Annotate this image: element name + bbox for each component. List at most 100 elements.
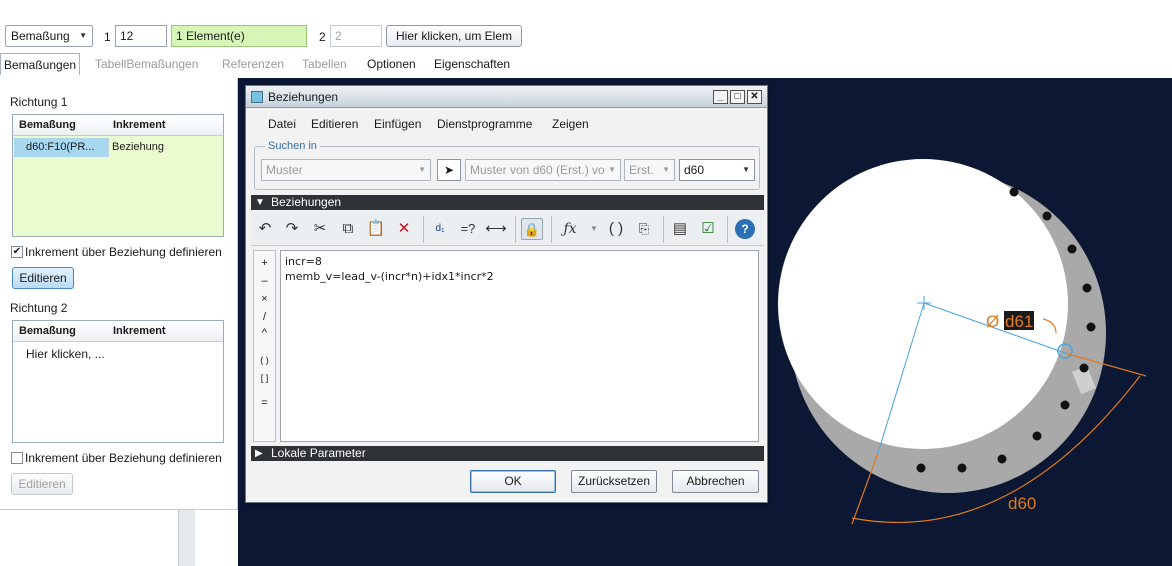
angle-dimension-label[interactable]: d60: [1008, 494, 1036, 513]
verify-relations-icon[interactable]: ☑: [697, 218, 719, 240]
tab-dimensions[interactable]: Bemaßungen: [0, 53, 81, 75]
menu-utilities[interactable]: Dienstprogramme: [437, 117, 532, 131]
help-icon[interactable]: ?: [735, 219, 755, 239]
cancel-button[interactable]: Abbrechen: [672, 470, 759, 493]
hole: [1067, 244, 1077, 254]
chevron-down-icon: ▼: [608, 165, 616, 174]
lock-sort-icon[interactable]: 🔒: [521, 218, 543, 240]
direction2-relation-checkbox[interactable]: [11, 452, 23, 464]
diameter-symbol: Ø: [986, 312, 999, 331]
search-type-value: Erst.: [629, 163, 654, 177]
show-dimension-icon[interactable]: ⟷: [485, 218, 507, 240]
search-scope-select[interactable]: Muster ▼: [261, 159, 431, 181]
operator-divide-button[interactable]: /: [254, 311, 275, 323]
minimize-button[interactable]: _: [713, 90, 728, 104]
direction2-collector-button[interactable]: Hier klicken, um Elem: [386, 25, 522, 47]
column-header-dimension: Bemaßung: [19, 119, 76, 131]
direction1-elements-collector[interactable]: 1 Element(e): [171, 25, 307, 47]
paste-icon[interactable]: 📋: [365, 218, 387, 240]
hole: [1086, 322, 1096, 332]
expand-triangle-icon: ▶: [255, 448, 263, 459]
direction2-count-input[interactable]: 2: [330, 25, 382, 47]
chevron-down-icon: ▼: [742, 165, 750, 174]
switch-dimensions-icon[interactable]: d₁: [429, 218, 451, 240]
table-row-cell-increment[interactable]: Beziehung: [108, 138, 191, 157]
chevron-down-icon: ▼: [662, 165, 670, 174]
relation-line: incr=8: [285, 255, 322, 268]
toolbar-separator: [515, 216, 516, 243]
tab-tables[interactable]: Tabellen: [299, 53, 350, 75]
pattern-type-value: Bemaßung: [11, 29, 70, 43]
menu-file[interactable]: Datei: [268, 117, 296, 131]
menu-edit[interactable]: Editieren: [311, 117, 358, 131]
dialog-titlebar[interactable]: Beziehungen _ □ ✕: [246, 86, 767, 108]
direction1-relation-checkbox[interactable]: ✔: [11, 246, 23, 258]
collapse-triangle-icon: ▼: [255, 197, 265, 208]
function-icon[interactable]: ƒx: [559, 218, 581, 240]
tab-table-dimensions[interactable]: TabellBemaßungen: [92, 53, 201, 75]
evaluate-icon[interactable]: =?: [457, 218, 479, 240]
menu-insert[interactable]: Einfügen: [374, 117, 421, 131]
relations-section-header[interactable]: ▼ Beziehungen: [251, 195, 764, 210]
local-parameters-title: Lokale Parameter: [271, 446, 366, 460]
tab-references[interactable]: Referenzen: [219, 53, 287, 75]
hole: [1032, 431, 1042, 441]
search-type-select[interactable]: Erst. ▼: [624, 159, 675, 181]
direction1-edit-button[interactable]: Editieren: [12, 267, 74, 289]
hole: [1009, 187, 1019, 197]
ok-button[interactable]: OK: [470, 470, 556, 493]
sort-relations-icon[interactable]: ▤: [669, 218, 691, 240]
row-increment-value: Beziehung: [112, 141, 164, 153]
operator-equals-button[interactable]: =: [254, 397, 275, 409]
local-parameters-section-header[interactable]: ▶ Lokale Parameter: [251, 446, 764, 461]
search-scope-value: Muster: [266, 163, 303, 177]
undo-icon[interactable]: ↶: [254, 218, 276, 240]
insert-parameter-icon[interactable]: ⎘: [633, 218, 655, 240]
chevron-down-icon[interactable]: ▼: [583, 218, 605, 240]
operator-minus-button[interactable]: –: [254, 275, 275, 287]
operator-parentheses-button[interactable]: ( ): [254, 355, 275, 365]
pattern-type-select[interactable]: Bemaßung ▼: [5, 25, 93, 47]
menu-view[interactable]: Zeigen: [552, 117, 589, 131]
part-top-face: [778, 159, 1068, 449]
relation-line: memb_v=lead_v-(incr*n)+idx1*incr*2: [285, 270, 494, 283]
pick-object-button[interactable]: ➤: [437, 159, 461, 181]
toolbar-separator: [663, 216, 664, 243]
hole: [916, 463, 926, 473]
row-dimension-value: d60:F10(PR...: [26, 141, 95, 153]
operator-power-button[interactable]: ^: [254, 327, 275, 339]
dimension-select[interactable]: d60 ▼: [679, 159, 755, 181]
table-row-cell-dimension[interactable]: d60:F10(PR...: [14, 138, 108, 157]
relations-section-title: Beziehungen: [271, 195, 342, 209]
close-button[interactable]: ✕: [747, 90, 762, 104]
copy-icon[interactable]: ⧉: [337, 218, 359, 240]
direction2-table[interactable]: Bemaßung Inkrement Hier klicken, ...: [12, 320, 224, 443]
relations-editor[interactable]: incr=8 memb_v=lead_v-(incr*n)+idx1*incr*…: [280, 250, 759, 442]
chevron-down-icon: ▼: [418, 165, 426, 174]
redo-icon[interactable]: ↷: [281, 218, 303, 240]
relations-dialog: Beziehungen _ □ ✕ Datei Editieren Einfüg…: [245, 85, 768, 503]
toolbar-separator: [727, 216, 728, 243]
cut-icon[interactable]: ✂: [309, 218, 331, 240]
reset-button[interactable]: Zurücksetzen: [571, 470, 657, 493]
operator-brackets-button[interactable]: [ ]: [254, 373, 275, 383]
operator-multiply-button[interactable]: ×: [254, 293, 275, 305]
hole: [1079, 363, 1089, 373]
direction1-count-input[interactable]: 12: [115, 25, 167, 47]
hole: [1082, 283, 1092, 293]
direction1-table[interactable]: Bemaßung Inkrement d60:F10(PR... Beziehu…: [12, 114, 224, 237]
tab-properties[interactable]: Eigenschaften: [431, 53, 513, 75]
diameter-dimension-label[interactable]: d61: [1005, 312, 1033, 331]
direction1-table-header: Bemaßung Inkrement: [13, 115, 223, 136]
tab-options[interactable]: Optionen: [364, 53, 419, 75]
direction2-placeholder[interactable]: Hier klicken, ...: [26, 347, 105, 361]
parameter-brackets-icon[interactable]: ( ): [605, 218, 627, 240]
bottom-scroll-strip[interactable]: [178, 510, 195, 566]
delete-icon[interactable]: ✕: [393, 218, 415, 240]
hole: [957, 463, 967, 473]
direction1-title: Richtung 1: [10, 95, 68, 109]
maximize-button[interactable]: □: [730, 90, 745, 104]
search-object-select[interactable]: Muster von d60 (Erst.) vo ▼: [465, 159, 621, 181]
direction2-edit-button[interactable]: Editieren: [11, 473, 73, 495]
operator-plus-button[interactable]: +: [254, 257, 275, 269]
